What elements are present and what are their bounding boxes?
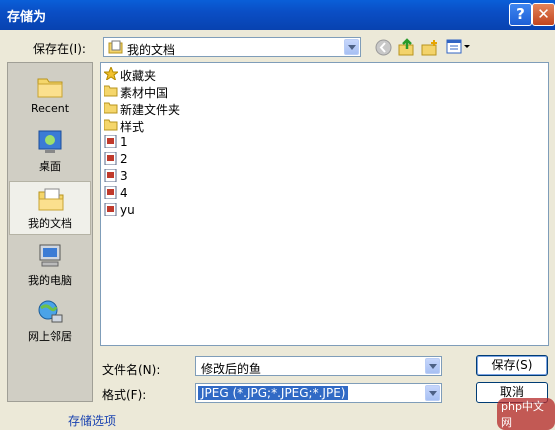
my-documents-icon — [38, 188, 64, 211]
desktop-icon — [38, 130, 62, 153]
chevron-down-icon[interactable] — [344, 39, 359, 55]
help-button[interactable]: ? — [509, 3, 532, 26]
place-label: 网上邻居 — [28, 330, 72, 343]
psd-file-icon — [104, 203, 117, 216]
psd-file-icon — [104, 135, 117, 148]
file-name: 收藏夹 — [120, 69, 157, 83]
recent-folder-icon — [37, 78, 63, 98]
folder-icon — [104, 119, 118, 131]
folder-icon — [104, 85, 118, 97]
place-my-computer[interactable]: 我的电脑 — [9, 239, 91, 293]
file-name: 素材中国 — [120, 86, 169, 100]
favorites-star-icon — [104, 67, 118, 80]
network-icon — [38, 300, 63, 323]
file-name: 2 — [120, 152, 128, 166]
file-name: 新建文件夹 — [120, 103, 181, 117]
save-in-value: 我的文档 — [127, 43, 176, 57]
place-recent[interactable]: Recent — [9, 69, 91, 123]
places-bar: Recent 桌面 我的文档 我的电脑 网上邻居 — [7, 62, 93, 402]
new-folder-icon[interactable] — [421, 38, 439, 56]
file-name: yu — [120, 203, 135, 217]
place-label: 桌面 — [39, 160, 61, 173]
place-network[interactable]: 网上邻居 — [9, 295, 91, 349]
file-name: 4 — [120, 186, 128, 200]
chevron-down-icon[interactable] — [425, 385, 440, 401]
my-computer-icon — [39, 244, 61, 267]
save-in-dropdown[interactable]: 我的文档 — [103, 37, 361, 57]
format-label: 格式(F): — [102, 388, 147, 402]
psd-file-icon — [104, 169, 117, 182]
place-desktop[interactable]: 桌面 — [9, 125, 91, 179]
close-button[interactable]: ✕ — [532, 3, 555, 26]
format-value: JPEG (*.JPG;*.JPEG;*.JPE) — [198, 386, 349, 400]
file-name: 1 — [120, 135, 128, 149]
folder-icon — [104, 102, 118, 114]
psd-file-icon — [104, 186, 117, 199]
filename-value: 修改后的鱼 — [201, 362, 262, 376]
filename-label: 文件名(N): — [102, 363, 161, 377]
title-bar: 存储为 ? ✕ — [0, 0, 555, 30]
place-label: 我的文档 — [28, 217, 72, 230]
file-list[interactable]: 收藏夹 素材中国 新建文件夹 样式 1 2 3 4 yu — [100, 62, 549, 346]
up-folder-icon[interactable] — [398, 38, 416, 56]
save-button[interactable]: 保存(S) — [476, 355, 548, 376]
my-documents-icon — [108, 40, 123, 54]
file-name: 3 — [120, 169, 128, 183]
chevron-down-icon[interactable] — [425, 358, 440, 374]
save-in-label: 保存在(I): — [33, 42, 86, 56]
view-menu-icon[interactable] — [446, 39, 470, 55]
place-label: 我的电脑 — [28, 274, 72, 287]
file-name: 样式 — [120, 120, 145, 134]
psd-file-icon — [104, 152, 117, 165]
watermark: php中文网 — [497, 398, 555, 430]
place-my-documents[interactable]: 我的文档 — [9, 181, 91, 235]
place-label: Recent — [30, 102, 70, 115]
format-dropdown[interactable]: JPEG (*.JPG;*.JPEG;*.JPE) — [195, 383, 442, 403]
back-icon[interactable] — [375, 39, 392, 56]
window-title: 存储为 — [7, 10, 47, 25]
save-options-link[interactable]: 存储选项 — [68, 412, 116, 429]
filename-field[interactable]: 修改后的鱼 — [195, 356, 442, 376]
